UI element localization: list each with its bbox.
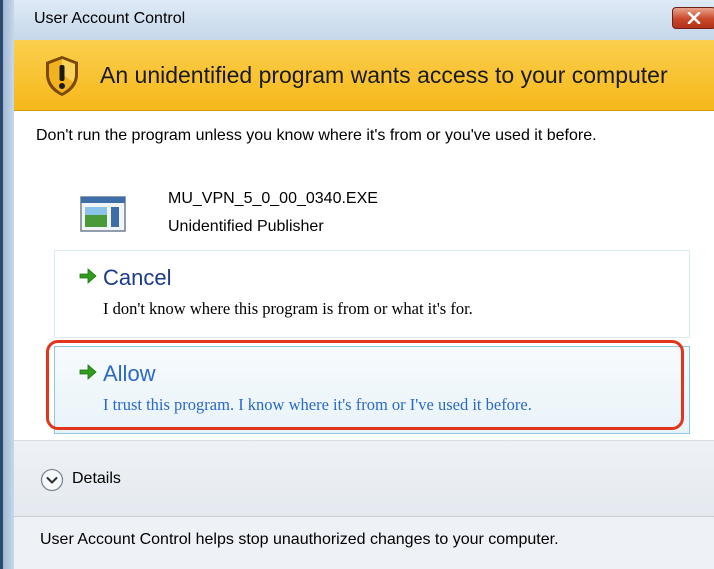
program-name: MU_VPN_5_0_00_0340.EXE	[168, 190, 378, 207]
green-arrow-icon	[79, 268, 97, 284]
details-section: Details	[14, 440, 714, 517]
footer: User Account Control helps stop unauthor…	[14, 517, 714, 569]
footer-text: User Account Control helps stop unauthor…	[40, 531, 559, 548]
close-button[interactable]	[672, 7, 714, 29]
banner-heading: An unidentified program wants access to …	[100, 62, 668, 88]
cancel-title: Cancel	[103, 265, 172, 290]
program-icon	[80, 196, 126, 232]
allow-option[interactable]: Allow I trust this program. I know where…	[54, 346, 690, 434]
allow-description: I trust this program. I know where it's …	[103, 395, 532, 414]
details-chevron-icon[interactable]	[40, 468, 64, 492]
warning-message: Don't run the program unless you know wh…	[36, 127, 597, 144]
title-bar[interactable]: User Account Control	[14, 0, 714, 40]
window-title: User Account Control	[34, 10, 186, 27]
cancel-description: I don't know where this program is from …	[103, 299, 473, 318]
close-icon	[687, 12, 701, 24]
details-label[interactable]: Details	[72, 470, 121, 488]
publisher-name: Unidentified Publisher	[168, 218, 324, 235]
warning-banner: An unidentified program wants access to …	[14, 40, 714, 111]
green-arrow-icon	[79, 364, 97, 380]
warning-shield-icon	[46, 56, 78, 96]
window-border	[0, 0, 14, 569]
cancel-option[interactable]: Cancel I don't know where this program i…	[54, 250, 690, 338]
allow-title: Allow	[103, 361, 156, 386]
uac-dialog: User Account Control An unidentified pro…	[0, 0, 714, 569]
